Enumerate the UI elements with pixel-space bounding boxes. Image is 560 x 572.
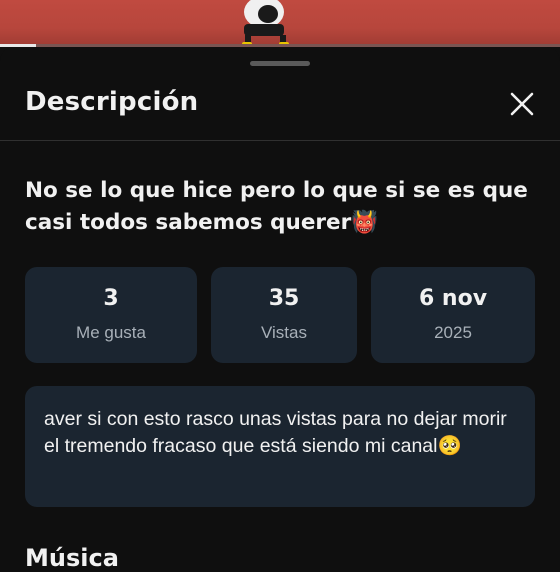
description-box[interactable]: aver si con esto rasco unas vistas para … — [25, 386, 535, 507]
views-stat: 35 Vistas — [211, 267, 357, 363]
close-button[interactable] — [506, 88, 538, 120]
video-thumbnail-figure — [242, 0, 289, 46]
upload-day-month: 6 nov — [418, 286, 488, 311]
description-sheet: Descripción No se lo que hice pero lo qu… — [0, 47, 560, 572]
views-label: Vistas — [261, 323, 307, 342]
video-title: No se lo que hice pero lo que si se es q… — [25, 178, 528, 235]
sheet-title: Descripción — [25, 87, 199, 117]
music-section-title: Música — [25, 544, 119, 572]
likes-label: Me gusta — [76, 323, 146, 342]
close-icon — [510, 92, 534, 116]
description-text: aver si con esto rasco unas vistas para … — [44, 408, 507, 457]
header-divider — [0, 140, 560, 141]
upload-year: 2025 — [434, 323, 472, 342]
likes-count: 3 — [103, 286, 119, 311]
likes-stat: 3 Me gusta — [25, 267, 197, 363]
upload-date-stat: 6 nov 2025 — [371, 267, 535, 363]
views-count: 35 — [268, 286, 300, 311]
video-player[interactable] — [0, 0, 560, 47]
drag-handle[interactable] — [250, 61, 310, 66]
